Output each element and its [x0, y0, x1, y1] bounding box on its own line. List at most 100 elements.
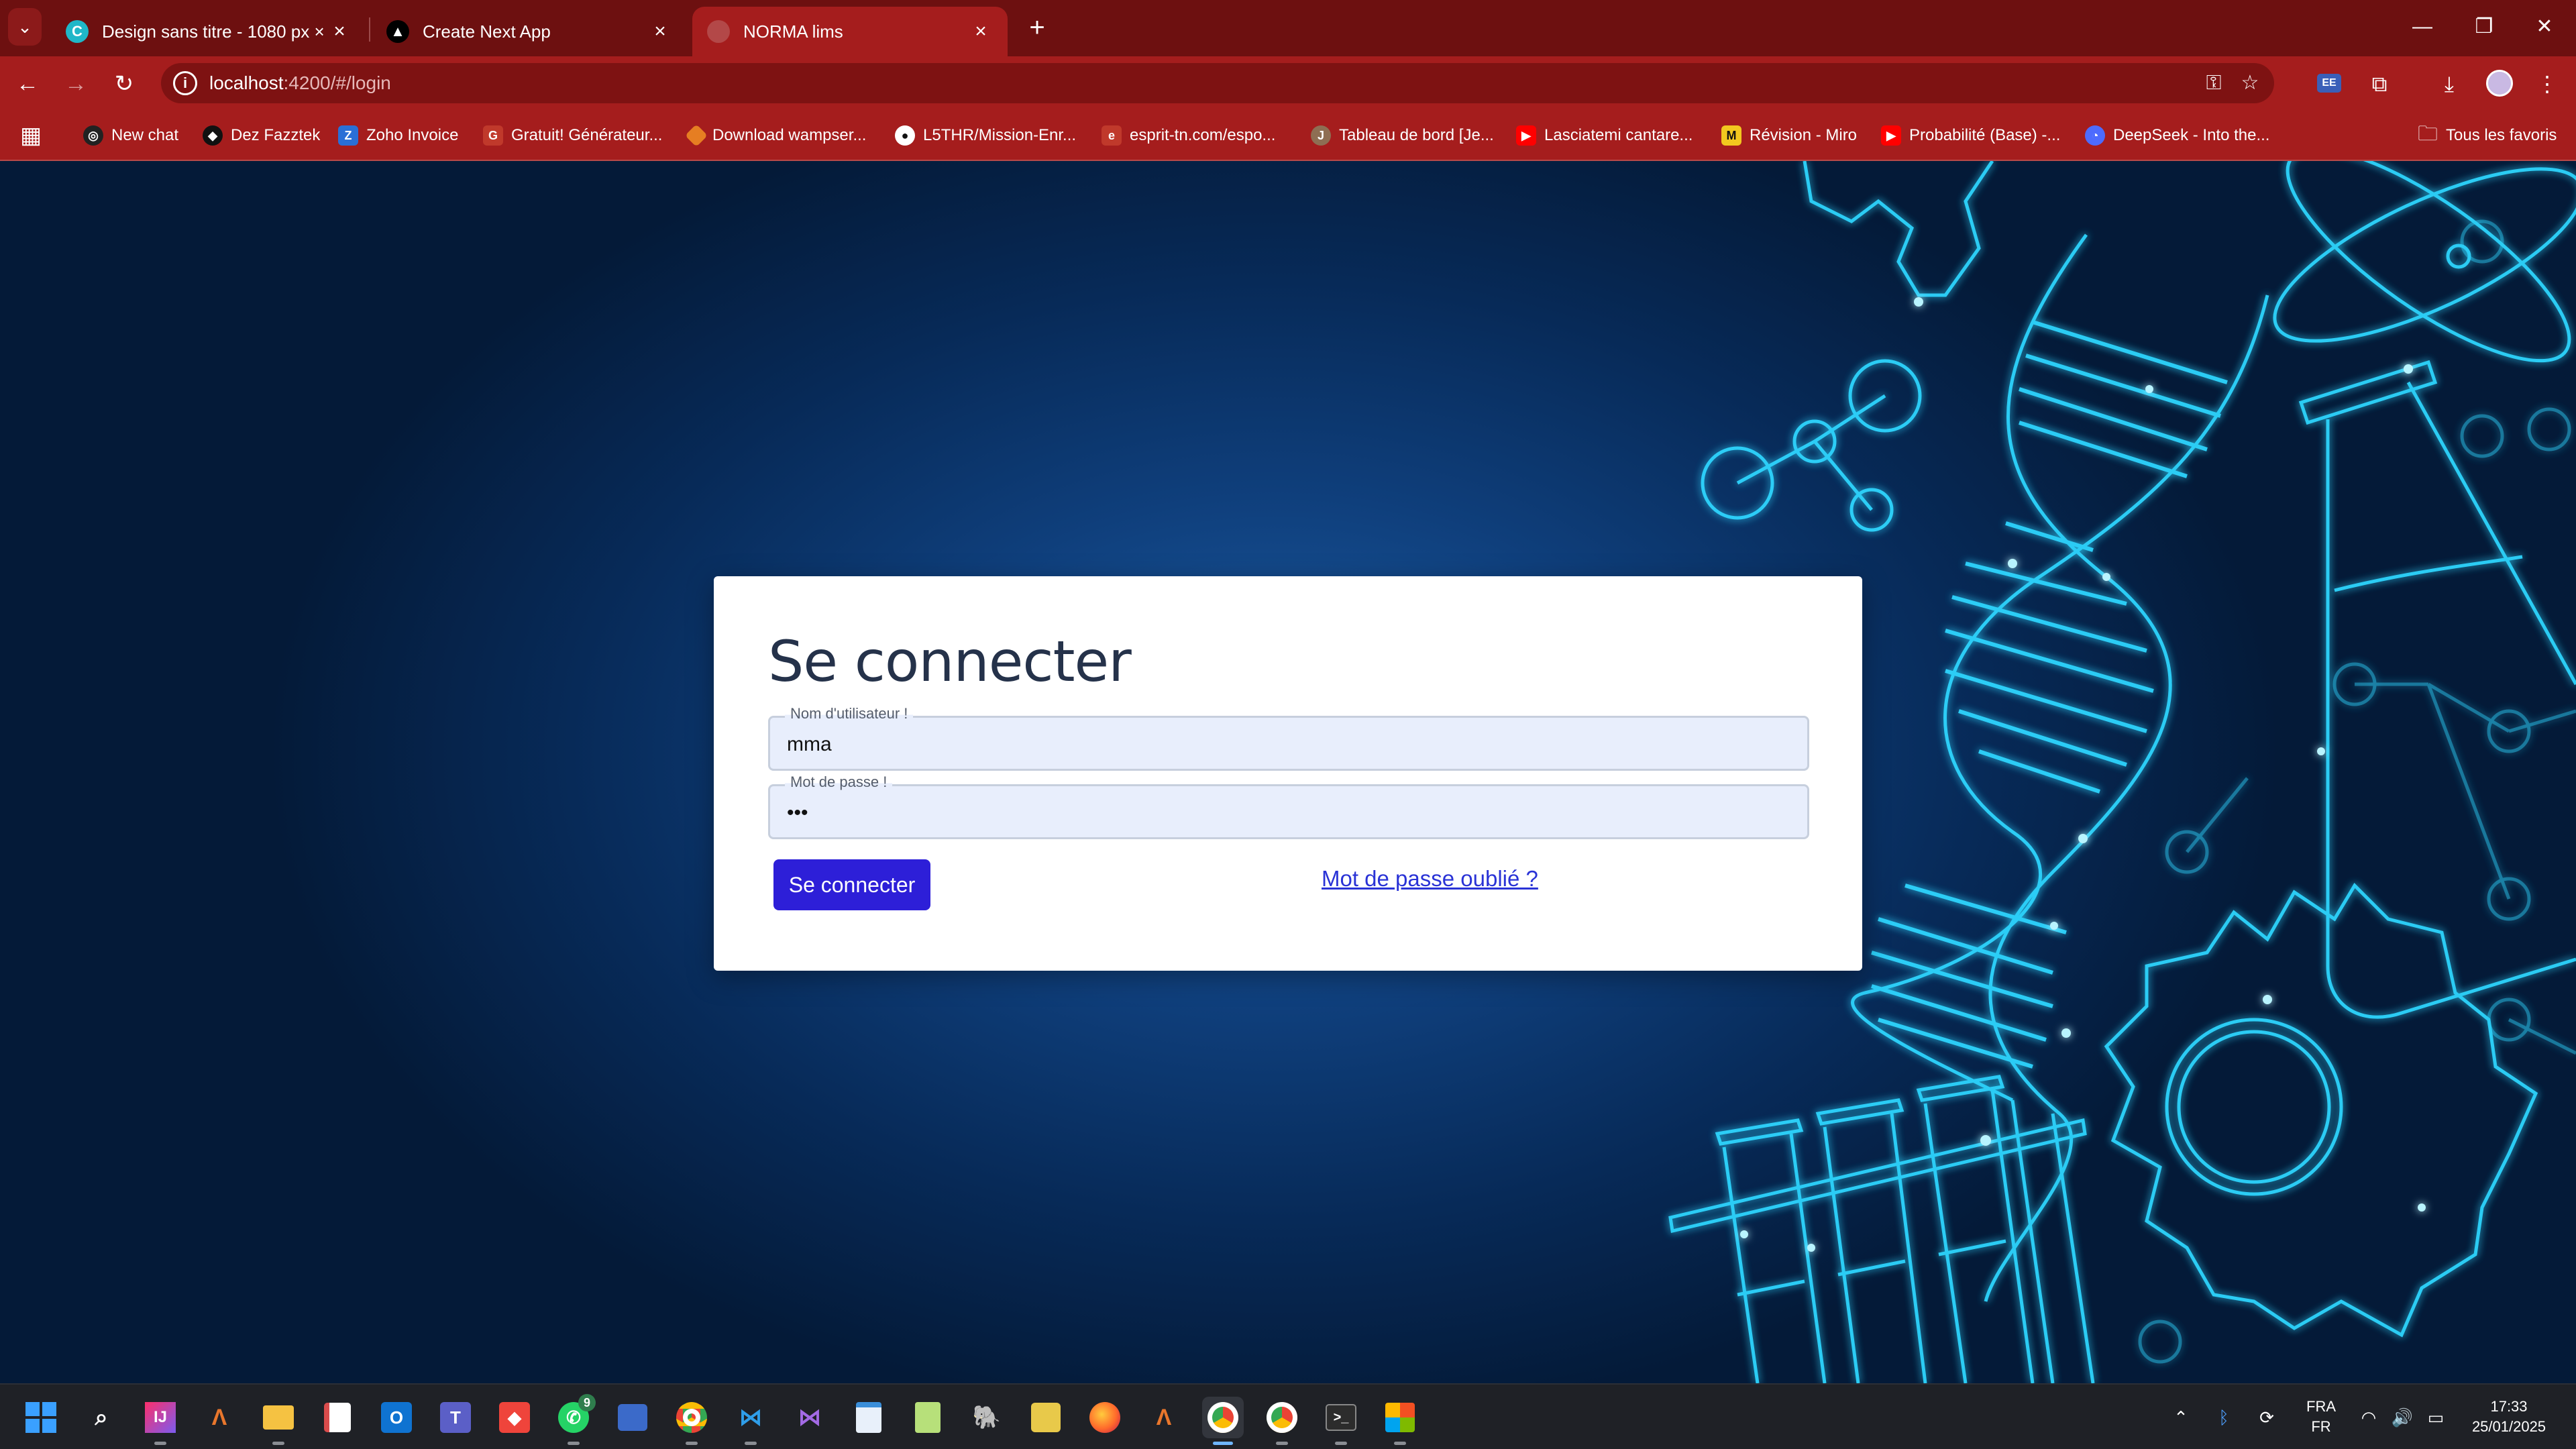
volume-icon[interactable]: 🔊 — [2385, 1385, 2419, 1449]
wamp-icon — [685, 124, 708, 147]
search-icon[interactable]: ⌕ — [80, 1397, 122, 1438]
login-card: Se connecter Nom d'utilisateur ! mma Mot… — [714, 576, 1862, 971]
battery-icon[interactable]: ▭ — [2419, 1385, 2453, 1449]
fazztek-icon: ◆ — [203, 125, 223, 146]
url-host: localhost — [209, 72, 284, 93]
folder-icon: 🗀 — [2418, 122, 2438, 145]
visual-studio-icon[interactable]: ⋈ — [789, 1397, 830, 1438]
extensions-icon[interactable]: ⧉ — [2361, 66, 2398, 102]
clock-date: 25/01/2025 — [2471, 1418, 2546, 1435]
close-window-icon[interactable]: ✕ — [2514, 7, 2575, 47]
extension-icon[interactable]: EE — [2317, 74, 2341, 93]
bookmark-item[interactable]: e esprit-tn.com/espo... — [1102, 110, 1275, 161]
close-icon[interactable]: × — [648, 20, 672, 43]
bookmark-item[interactable]: ◆ Dez Fazztek — [203, 110, 320, 161]
vscode-icon[interactable]: ⋈ — [730, 1397, 771, 1445]
username-field[interactable]: Nom d'utilisateur ! mma — [768, 705, 1809, 771]
notepad-icon[interactable] — [848, 1397, 890, 1438]
pgadmin-icon[interactable] — [1025, 1397, 1067, 1438]
github-icon: ● — [895, 125, 915, 146]
canva-icon: C — [66, 20, 89, 43]
password-value[interactable]: ••• — [787, 786, 808, 840]
all-bookmarks-folder[interactable]: 🗀 Tous les favoris — [2418, 110, 2557, 161]
sync-icon[interactable]: ⟳ — [2250, 1385, 2284, 1449]
url-path: :4200/#/login — [283, 72, 391, 93]
bookmark-label: Lasciatemi cantare... — [1544, 126, 1693, 144]
chrome-icon[interactable] — [671, 1397, 712, 1445]
reload-icon[interactable]: ↻ — [106, 66, 142, 102]
site-info-icon[interactable]: i — [173, 71, 197, 95]
teams-icon[interactable]: T — [435, 1397, 476, 1438]
chrome-active-icon[interactable] — [1202, 1397, 1244, 1445]
tab-norma-lims[interactable]: NORMA lims × — [692, 7, 1008, 56]
login-button[interactable]: Se connecter — [773, 859, 930, 910]
bookmark-item[interactable]: ▶ Probabilité (Base) -... — [1881, 110, 2060, 161]
avatar[interactable] — [2486, 70, 2513, 97]
esprit-icon: e — [1102, 125, 1122, 146]
store-icon[interactable] — [1379, 1397, 1421, 1445]
page-title: Se connecter — [768, 629, 1132, 694]
bookmark-label: Révision - Miro — [1750, 126, 1858, 144]
terminal-icon[interactable]: >_ — [1320, 1397, 1362, 1445]
browser-toolbar: ← → ↻ i localhost:4200/#/login ⚿ ☆ ⧉ ⤓ ⋮ — [0, 56, 2576, 110]
bookmark-item[interactable]: ◎ New chat — [83, 110, 178, 161]
language-indicator[interactable]: FRA FR — [2294, 1397, 2348, 1437]
file-explorer-icon[interactable] — [258, 1397, 299, 1445]
bookmark-item[interactable]: Z Zoho Invoice — [338, 110, 458, 161]
close-icon[interactable]: × — [327, 20, 352, 43]
bookmark-item[interactable]: Download wampser... — [685, 110, 866, 161]
password-key-icon[interactable]: ⚿ — [2199, 68, 2229, 98]
notepad-plus-icon[interactable] — [907, 1397, 949, 1438]
url-text[interactable]: localhost:4200/#/login — [209, 63, 391, 103]
tab-next-app[interactable]: ▲ Create Next App × — [372, 7, 687, 56]
photos-icon[interactable] — [612, 1397, 653, 1438]
outlook-icon[interactable]: O — [376, 1397, 417, 1438]
whatsapp-icon[interactable]: ✆ 9 — [553, 1394, 596, 1445]
bookmark-label: Tous les favoris — [2446, 126, 2557, 144]
chevron-up-icon[interactable]: ⌃ — [2164, 1385, 2198, 1449]
bookmark-item[interactable]: G Gratuit! Générateur... — [483, 110, 662, 161]
anydesk-icon[interactable]: ◆ — [494, 1397, 535, 1438]
forgot-password-link[interactable]: Mot de passe oublié ? — [1322, 866, 1538, 892]
restore-icon[interactable]: ❐ — [2454, 7, 2514, 47]
username-value[interactable]: mma — [787, 718, 832, 771]
address-bar[interactable]: i localhost:4200/#/login ⚿ ☆ — [161, 63, 2274, 103]
generator-icon: G — [483, 125, 503, 146]
postgres-icon[interactable]: 🐘 — [966, 1397, 1008, 1438]
password-field[interactable]: Mot de passe ! ••• — [768, 773, 1809, 840]
bookmark-item[interactable]: J Tableau de bord [Je... — [1311, 110, 1494, 161]
bookmark-item[interactable]: M Révision - Miro — [1721, 110, 1857, 161]
tab-search-button[interactable]: ⌄ — [8, 8, 42, 46]
bookmark-item[interactable]: ● L5THR/Mission-Enr... — [895, 110, 1076, 161]
tab-design[interactable]: C Design sans titre - 1080 px × 1080 px … — [51, 7, 366, 56]
download-icon[interactable]: ⤓ — [2431, 66, 2467, 102]
back-icon[interactable]: ← — [9, 66, 46, 102]
openai-icon: ◎ — [83, 125, 103, 146]
firefox-icon[interactable] — [1084, 1397, 1126, 1438]
bookmarks-bar: ▦ ◎ New chat ◆ Dez Fazztek Z Zoho Invoice G… — [0, 110, 2576, 161]
start-icon[interactable] — [20, 1397, 62, 1438]
wifi-icon[interactable]: ◠ — [2352, 1385, 2385, 1449]
bookmark-label: DeepSeek - Into the... — [2113, 126, 2270, 144]
close-icon[interactable]: × — [969, 20, 993, 43]
bookmark-star-icon[interactable]: ☆ — [2235, 68, 2265, 98]
new-tab-button[interactable]: + — [1018, 12, 1056, 46]
tab-separator — [369, 17, 370, 42]
bookmark-item[interactable]: ◔ DeepSeek - Into the... — [2085, 110, 2269, 161]
intellij-icon[interactable]: IJ — [140, 1397, 181, 1445]
clock[interactable]: 17:33 25/01/2025 — [2455, 1397, 2563, 1437]
bookmark-item[interactable]: ▶ Lasciatemi cantare... — [1516, 110, 1693, 161]
language-code: FRA — [2306, 1398, 2336, 1415]
matlab2-icon[interactable]: Λ — [1143, 1397, 1185, 1438]
forward-icon[interactable]: → — [58, 66, 94, 102]
chrome-canary-icon[interactable] — [1261, 1397, 1303, 1445]
apps-grid-icon[interactable]: ▦ — [20, 110, 42, 161]
deepseek-icon: ◔ — [2085, 125, 2105, 146]
bluetooth-icon[interactable]: ᛒ — [2207, 1385, 2241, 1449]
menu-icon[interactable]: ⋮ — [2529, 66, 2565, 102]
minimize-icon[interactable]: — — [2392, 7, 2453, 47]
page-icon — [707, 20, 730, 43]
bookmark-label: Probabilité (Base) -... — [1909, 126, 2061, 144]
snipping-icon[interactable] — [317, 1397, 358, 1438]
matlab-icon[interactable]: Λ — [199, 1397, 240, 1438]
